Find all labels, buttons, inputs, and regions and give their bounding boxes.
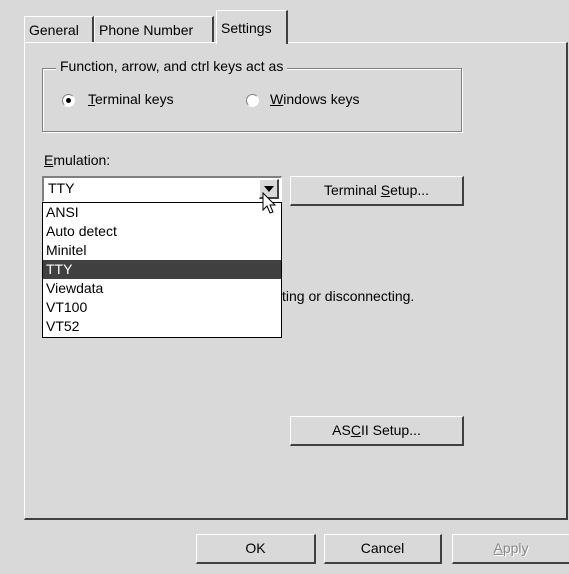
emulation-option[interactable]: Auto detect — [43, 222, 281, 241]
keys-group-legend: Function, arrow, and ctrl keys act as — [56, 58, 288, 74]
ascii-setup-button[interactable]: ASCII Setup... — [290, 416, 464, 446]
radio-selected-dot — [66, 98, 71, 103]
terminal-keys-label[interactable]: Terminal keys — [88, 91, 174, 107]
emulation-option[interactable]: VT52 — [43, 317, 281, 336]
mouse-cursor-icon — [262, 192, 277, 214]
emulation-label: Emulation: — [44, 152, 111, 168]
emulation-option[interactable]: Minitel — [43, 241, 281, 260]
tab-general[interactable]: General — [24, 16, 94, 42]
cancel-button[interactable]: Cancel — [324, 534, 442, 564]
emulation-option[interactable]: ANSI — [43, 203, 281, 222]
connection-option-text: ting or disconnecting. — [282, 288, 415, 304]
apply-button[interactable]: Apply — [452, 534, 569, 564]
tab-settings[interactable]: Settings — [216, 10, 288, 44]
emulation-option[interactable]: Viewdata — [43, 279, 281, 298]
ok-button[interactable]: OK — [196, 534, 316, 564]
tab-phone-number[interactable]: Phone Number — [94, 16, 214, 42]
tab-settings-label: Settings — [221, 20, 272, 36]
tab-phone-number-label: Phone Number — [99, 22, 194, 38]
windows-keys-label[interactable]: Windows keys — [270, 91, 359, 107]
emulation-selected-value: TTY — [48, 180, 75, 196]
emulation-option[interactable]: VT100 — [43, 298, 281, 317]
emulation-option[interactable]: TTY — [43, 260, 281, 279]
terminal-setup-button[interactable]: Terminal Setup... — [290, 176, 464, 206]
emulation-select[interactable]: TTY — [42, 176, 282, 202]
terminal-keys-radio[interactable] — [62, 94, 75, 107]
tab-general-label: General — [29, 22, 79, 38]
emulation-dropdown-list[interactable]: ANSI Auto detect Minitel TTY Viewdata VT100 VT… — [42, 202, 282, 338]
windows-keys-radio[interactable] — [246, 94, 259, 107]
